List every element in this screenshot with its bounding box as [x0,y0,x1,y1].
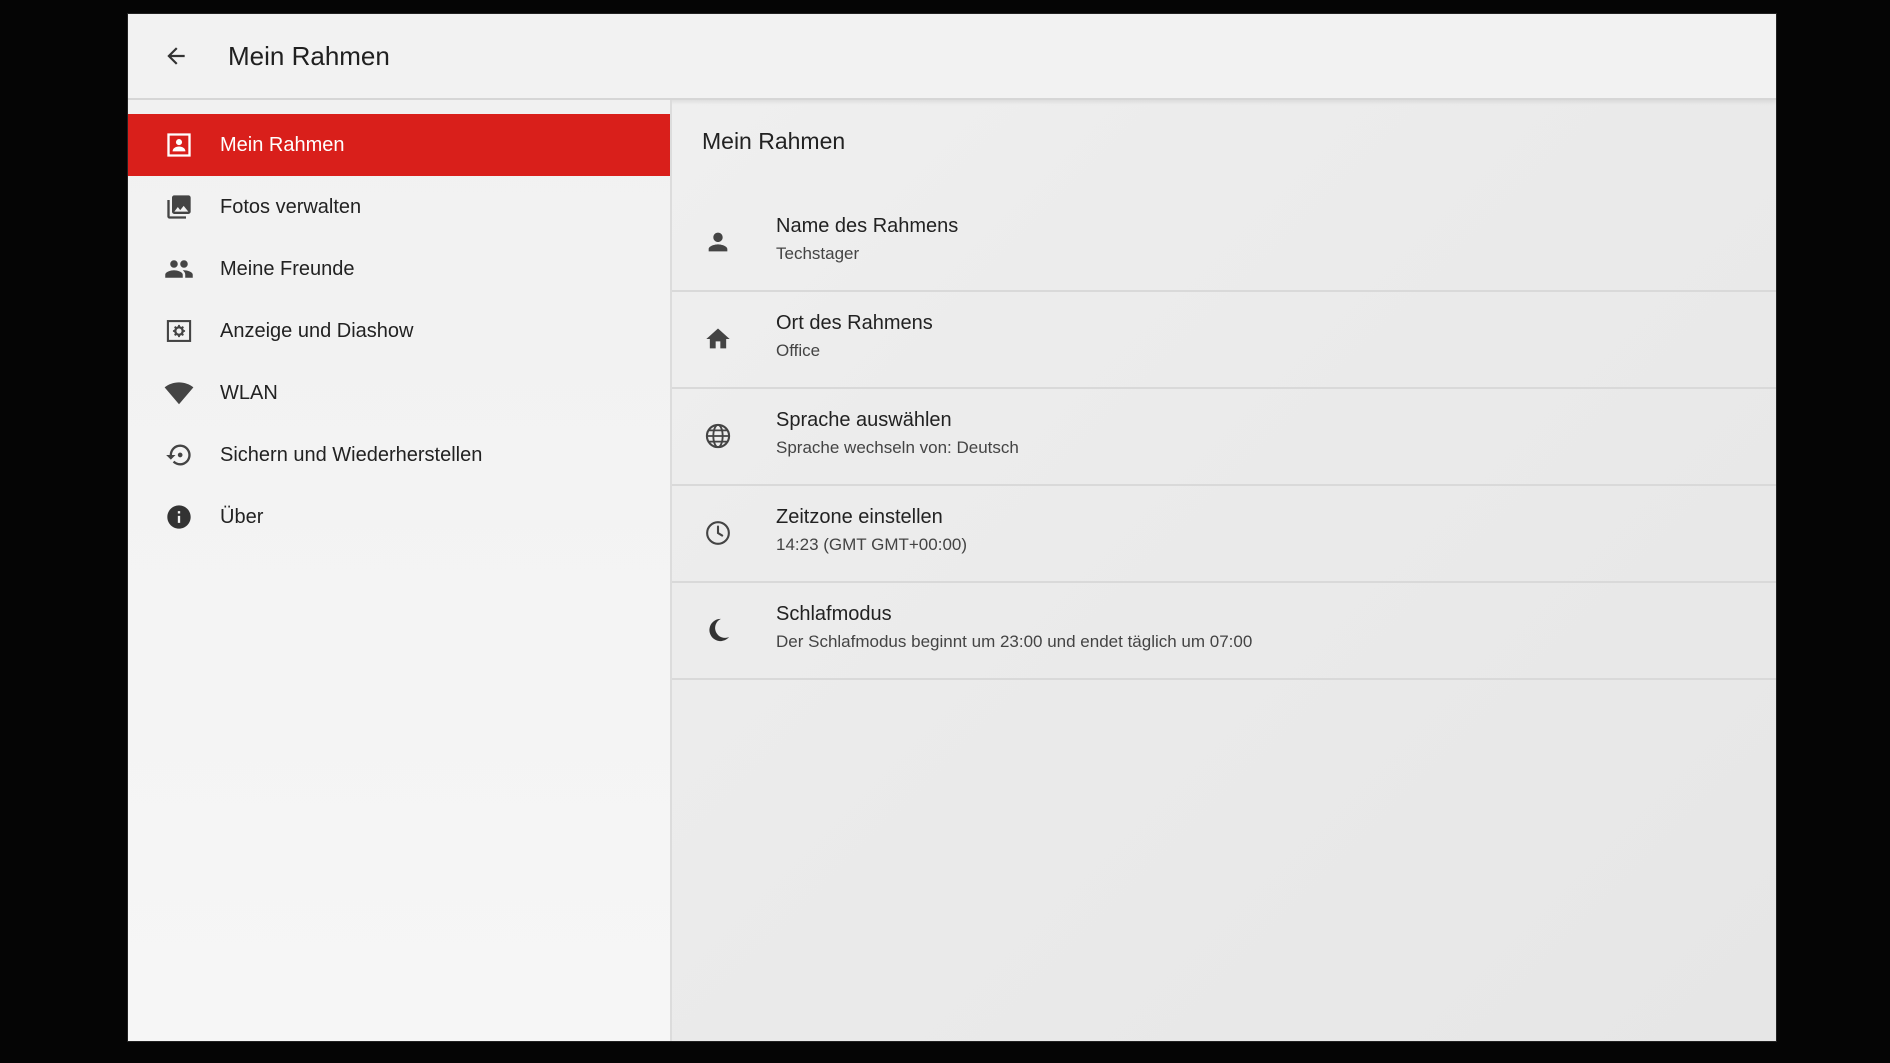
sidebar: Mein Rahmen Fotos verwalten Meine Freund… [128,100,672,1041]
setting-title: Zeitzone einstellen [776,506,943,528]
sidebar-item-label: Anzeige und Diashow [220,319,414,342]
setting-language[interactable]: Sprache auswählen Sprache wechseln von: … [672,389,1776,486]
sidebar-item-label: Sichern und Wiederherstellen [220,443,483,466]
sidebar-item-label: Meine Freunde [220,257,355,280]
sidebar-item-sichern-und-wiederherstellen[interactable]: Sichern und Wiederherstellen [128,424,670,486]
setting-title: Schlafmodus [776,603,892,625]
friends-icon [164,254,194,284]
sidebar-item-label: WLAN [220,381,278,404]
settings-list: Name des Rahmens Techstager Ort des Rahm… [672,195,1776,680]
wifi-icon [164,378,194,408]
sidebar-item-label: Fotos verwalten [220,195,362,218]
arrow-back-icon [163,43,189,69]
setting-value: Sprache wechseln von: Deutsch [776,438,1019,457]
person-icon [702,226,734,258]
sidebar-item-mein-rahmen[interactable]: Mein Rahmen [128,114,670,176]
section-title: Mein Rahmen [702,128,846,154]
photos-icon [164,192,194,222]
sidebar-item-ueber[interactable]: Über [128,486,670,548]
frame-screen: Mein Rahmen Mein Rahmen Fotos verwalten … [128,14,1776,1041]
sidebar-item-anzeige-und-diashow[interactable]: Anzeige und Diashow [128,300,670,362]
sidebar-item-label: Über [220,505,264,528]
back-button[interactable] [156,36,196,76]
sidebar-item-fotos-verwalten[interactable]: Fotos verwalten [128,176,670,238]
sidebar-nav: Mein Rahmen Fotos verwalten Meine Freund… [128,100,670,548]
info-icon [164,502,194,532]
setting-value: Office [776,341,821,360]
moon-icon [702,614,734,646]
sidebar-item-label: Mein Rahmen [220,133,345,156]
clock-icon [702,517,734,549]
backup-restore-icon [164,440,194,470]
setting-value: Der Schlafmodus beginnt um 23:00 und end… [776,632,1253,651]
display-settings-icon [164,316,194,346]
setting-title: Ort des Rahmens [776,312,933,334]
sidebar-item-meine-freunde[interactable]: Meine Freunde [128,238,670,300]
sidebar-item-wlan[interactable]: WLAN [128,362,670,424]
frame-icon [164,130,194,160]
home-icon [702,323,734,355]
setting-value: 14:23 (GMT GMT+00:00) [776,535,968,554]
setting-value: Techstager [776,244,860,263]
setting-title: Sprache auswählen [776,409,952,431]
app-bar: Mein Rahmen [128,14,1776,100]
setting-timezone[interactable]: Zeitzone einstellen 14:23 (GMT GMT+00:00… [672,486,1776,583]
globe-icon [702,420,734,452]
setting-frame-name[interactable]: Name des Rahmens Techstager [672,195,1776,292]
setting-sleep-mode[interactable]: Schlafmodus Der Schlafmodus beginnt um 2… [672,583,1776,680]
setting-frame-location[interactable]: Ort des Rahmens Office [672,292,1776,389]
setting-title: Name des Rahmens [776,215,959,237]
settings-panel: Mein Rahmen Name des Rahmens Techstager … [672,100,1776,1041]
page-title: Mein Rahmen [228,41,390,71]
